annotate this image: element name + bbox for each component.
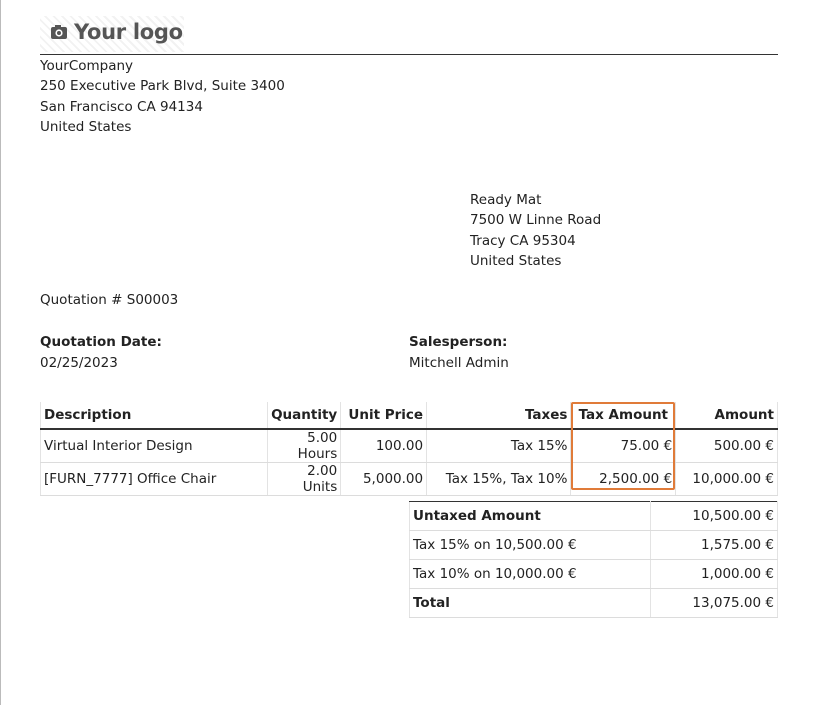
header-divider	[40, 54, 778, 55]
quotation-date-label: Quotation Date:	[40, 334, 162, 350]
cell-quantity: 5.00 Hours	[267, 429, 341, 463]
salesperson-label: Salesperson:	[409, 334, 508, 350]
cell-taxes: Tax 15%	[426, 429, 571, 463]
totals-row-untaxed: Untaxed Amount 10,500.00 €	[408, 501, 778, 531]
totals-value: 10,500.00 €	[650, 501, 778, 531]
totals-value: 1,575.00 €	[650, 530, 778, 560]
column-header-unit-price: Unit Price	[340, 402, 427, 430]
company-logo: Your logo	[50, 20, 183, 44]
client-country: United States	[470, 253, 562, 270]
camera-icon	[50, 24, 68, 40]
totals-value: 1,000.00 €	[650, 559, 778, 589]
company-name: YourCompany	[40, 58, 134, 74]
quotation-number: Quotation # S00003	[40, 292, 179, 308]
column-header-description: Description	[39, 402, 268, 430]
cell-amount: 10,000.00 €	[675, 462, 778, 496]
cell-description: [FURN_7777] Office Chair	[39, 462, 268, 496]
column-header-quantity: Quantity	[267, 402, 341, 430]
cell-quantity: 2.00 Units	[267, 462, 341, 496]
company-city: San Francisco CA 94134	[40, 98, 203, 115]
cell-unit-price: 100.00	[340, 429, 427, 463]
client-address: Ready Mat 7500 W Linne Road Tracy CA 953…	[470, 190, 601, 272]
client-name: Ready Mat	[470, 192, 542, 208]
company-country: United States	[40, 119, 132, 136]
quotation-document: Your logo YourCompany 250 Executive Park…	[0, 0, 817, 705]
page-edge	[0, 0, 1, 705]
client-city: Tracy CA 95304	[470, 232, 576, 249]
totals-row-tax-15: Tax 15% on 10,500.00 € 1,575.00 €	[408, 530, 778, 560]
cell-taxes: Tax 15%, Tax 10%	[426, 462, 571, 496]
cell-description: Virtual Interior Design	[39, 429, 268, 463]
totals-row-tax-10: Tax 10% on 10,000.00 € 1,000.00 €	[408, 559, 778, 589]
totals-label: Total	[408, 588, 652, 618]
totals-label: Tax 15% on 10,500.00 €	[408, 530, 652, 560]
cell-unit-price: 5,000.00	[340, 462, 427, 496]
company-street: 250 Executive Park Blvd, Suite 3400	[40, 78, 285, 95]
quotation-date-value: 02/25/2023	[40, 355, 118, 371]
totals-label: Tax 10% on 10,000.00 €	[408, 559, 652, 589]
company-address: YourCompany 250 Executive Park Blvd, Sui…	[40, 56, 285, 138]
cell-amount: 500.00 €	[675, 429, 778, 463]
salesperson-value: Mitchell Admin	[409, 355, 509, 371]
totals-row-total: Total 13,075.00 €	[408, 588, 778, 618]
totals-label: Untaxed Amount	[408, 501, 652, 531]
totals-table: Untaxed Amount 10,500.00 € Tax 15% on 10…	[408, 501, 778, 618]
totals-value: 13,075.00 €	[650, 588, 778, 618]
logo-text: Your logo	[74, 20, 183, 44]
client-street: 7500 W Linne Road	[470, 212, 602, 229]
column-header-taxes: Taxes	[426, 402, 571, 430]
column-header-amount: Amount	[675, 402, 778, 430]
tax-amount-highlight	[571, 402, 675, 490]
